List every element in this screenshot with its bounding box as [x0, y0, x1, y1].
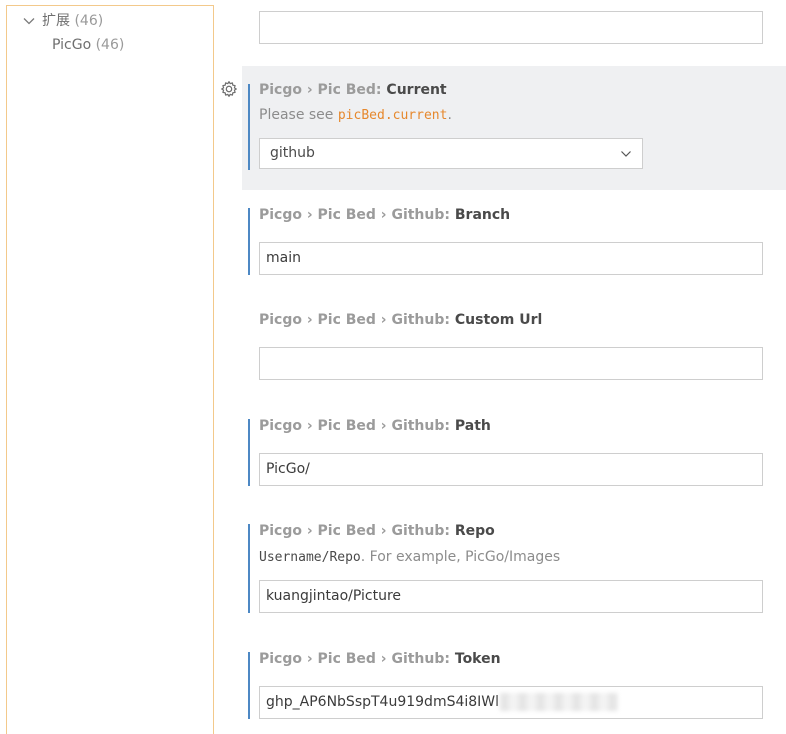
- tree-item-label: PicGo: [52, 37, 92, 53]
- setting-github-custom-url: Picgo › Pic Bed › Github: Custom Url: [242, 300, 786, 400]
- setting-title-key: Repo: [454, 523, 495, 539]
- setting-title-key: Branch: [454, 207, 511, 223]
- setting-title-prefix: Picgo › Pic Bed › Github:: [259, 418, 455, 434]
- setting-github-path: Picgo › Pic Bed › Github: Path PicGo/: [242, 406, 786, 506]
- top-setting-input[interactable]: [259, 11, 763, 44]
- setting-title-key: Token: [454, 651, 501, 667]
- setting-title: Picgo › Pic Bed › Github: Repo: [259, 523, 495, 539]
- select-value: github: [270, 145, 315, 161]
- setting-title-prefix: Picgo › Pic Bed:: [259, 82, 387, 98]
- setting-github-token: Picgo › Pic Bed › Github: Token ghp_AP6N…: [242, 639, 786, 734]
- settings-tree-panel: 扩展 (46) PicGo (46): [6, 5, 214, 734]
- picbed-current-select[interactable]: github: [259, 138, 643, 169]
- gear-icon[interactable]: [220, 80, 238, 98]
- setting-title: Picgo › Pic Bed: Current: [259, 82, 447, 98]
- branch-input[interactable]: main: [259, 242, 763, 275]
- modified-indicator: [248, 84, 250, 170]
- tree-item-picgo[interactable]: PicGo (46): [52, 37, 124, 53]
- chevron-down-icon: [621, 151, 631, 157]
- setting-github-repo: Picgo › Pic Bed › Github: Repo Username/…: [242, 511, 786, 636]
- setting-github-branch: Picgo › Pic Bed › Github: Branch main: [242, 195, 786, 295]
- setting-description: Please see picBed.current.: [259, 107, 452, 123]
- setting-title-prefix: Picgo › Pic Bed › Github:: [259, 207, 455, 223]
- tree-item-label: 扩展: [42, 13, 70, 29]
- setting-description: Username/Repo. For example, PicGo/Images: [259, 549, 560, 565]
- description-text: .: [447, 107, 452, 123]
- token-input[interactable]: ghp_AP6NbSspT4u919dmS4i8IWl: [259, 686, 763, 719]
- custom-url-input[interactable]: [259, 347, 763, 380]
- path-input[interactable]: PicGo/: [259, 453, 763, 486]
- description-text: . For example, PicGo/Images: [360, 549, 561, 565]
- tree-item-count: (46): [74, 13, 104, 29]
- description-text: Please see: [259, 107, 338, 123]
- setting-title-prefix: Picgo › Pic Bed › Github:: [259, 312, 455, 328]
- setting-title-key: Current: [386, 82, 447, 98]
- setting-title-prefix: Picgo › Pic Bed › Github:: [259, 651, 455, 667]
- setting-link[interactable]: picBed.current: [338, 108, 448, 123]
- setting-top-partial: [242, 0, 786, 60]
- setting-title: Picgo › Pic Bed › Github: Path: [259, 418, 491, 434]
- chevron-down-icon[interactable]: [22, 14, 36, 28]
- setting-title-key: Path: [454, 418, 491, 434]
- setting-title: Picgo › Pic Bed › Github: Custom Url: [259, 312, 542, 328]
- setting-title: Picgo › Pic Bed › Github: Branch: [259, 207, 510, 223]
- modified-indicator: [248, 208, 250, 275]
- modified-indicator: [248, 524, 250, 613]
- repo-input[interactable]: kuangjintao/Picture: [259, 580, 763, 613]
- setting-picbed-current: Picgo › Pic Bed: Current Please see picB…: [221, 66, 786, 190]
- token-value: ghp_AP6NbSspT4u919dmS4i8IWl: [266, 694, 500, 710]
- redacted-blur: [500, 693, 619, 711]
- setting-title-prefix: Picgo › Pic Bed › Github:: [259, 523, 455, 539]
- tree-item-count: (46): [95, 37, 125, 53]
- tree-item-extensions[interactable]: 扩展 (46): [42, 10, 103, 30]
- setting-title: Picgo › Pic Bed › Github: Token: [259, 651, 501, 667]
- description-code: Username/Repo: [259, 550, 361, 565]
- modified-indicator: [248, 652, 250, 719]
- setting-title-key: Custom Url: [454, 312, 543, 328]
- modified-indicator: [248, 419, 250, 486]
